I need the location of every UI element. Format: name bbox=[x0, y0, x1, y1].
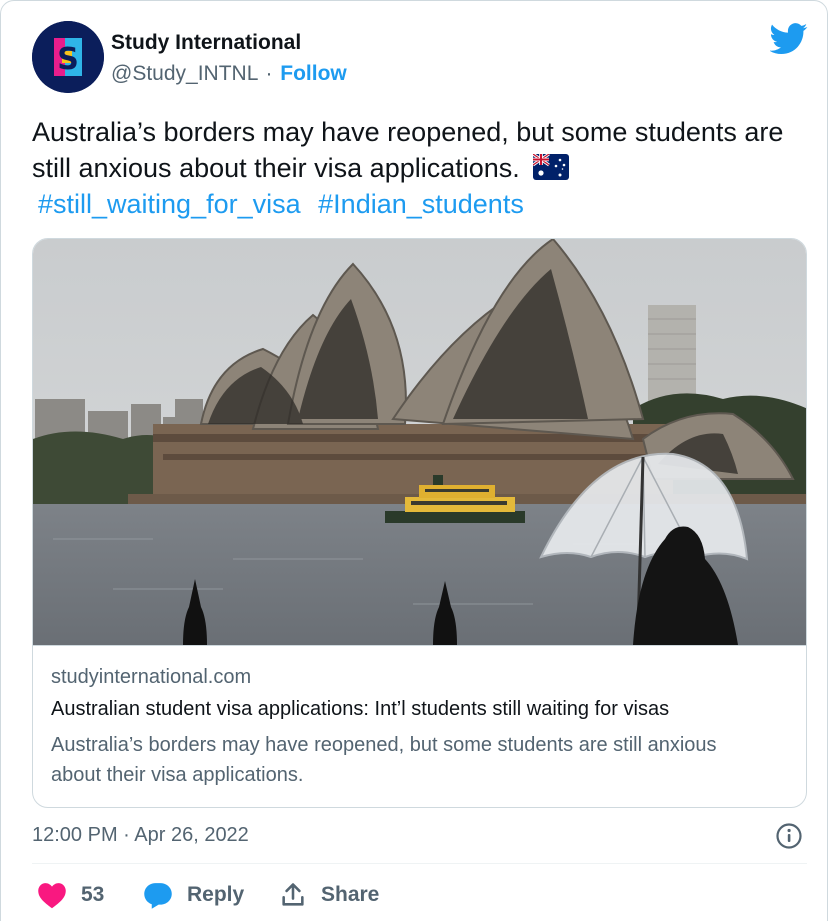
author-handle-line: @Study_INTNL · Follow bbox=[111, 62, 347, 86]
follow-button[interactable]: Follow bbox=[280, 62, 347, 85]
share-label: Share bbox=[321, 883, 380, 906]
link-description: Australia’s borders may have reopened, b… bbox=[51, 734, 717, 786]
author-name[interactable]: Study International bbox=[111, 31, 301, 55]
heart-icon bbox=[38, 883, 66, 909]
author-avatar[interactable]: S bbox=[32, 21, 104, 93]
tweet-card: S Study International @Study_INTNL · Fol… bbox=[0, 0, 828, 921]
twitter-bird-icon[interactable] bbox=[770, 23, 808, 55]
link-card-meta: studyinternational.com Australian studen… bbox=[33, 645, 806, 807]
tweet-body: Australia’s borders may have reopened, b… bbox=[32, 117, 784, 183]
hashtag-indian-students[interactable]: #Indian_students bbox=[318, 189, 524, 219]
author-handle[interactable]: @Study_INTNL bbox=[111, 62, 258, 85]
link-preview-card[interactable]: studyinternational.com Australian studen… bbox=[32, 238, 807, 808]
link-domain: studyinternational.com bbox=[51, 666, 252, 688]
actions-divider bbox=[32, 863, 807, 864]
like-count: 53 bbox=[81, 883, 105, 906]
info-icon[interactable] bbox=[775, 822, 803, 850]
tweet-timestamp[interactable]: 12:00 PM · Apr 26, 2022 bbox=[32, 824, 249, 847]
australia-flag-icon bbox=[533, 154, 570, 180]
sydney-opera-house-photo bbox=[33, 239, 806, 645]
svg-text:S: S bbox=[57, 42, 79, 77]
reply-bubble-icon bbox=[144, 883, 172, 909]
reply-button[interactable]: Reply bbox=[143, 881, 244, 909]
hashtag-still-waiting[interactable]: #still_waiting_for_visa bbox=[38, 189, 301, 219]
share-upload-icon bbox=[282, 883, 304, 906]
reply-label: Reply bbox=[187, 883, 245, 906]
study-international-logo: S bbox=[32, 21, 104, 93]
share-button[interactable]: Share bbox=[279, 881, 379, 909]
tweet-text: Australia’s borders may have reopened, b… bbox=[32, 114, 812, 222]
handle-separator: · bbox=[265, 62, 273, 85]
link-title: Australian student visa applications: In… bbox=[51, 698, 670, 720]
like-button[interactable]: 53 bbox=[37, 881, 104, 909]
